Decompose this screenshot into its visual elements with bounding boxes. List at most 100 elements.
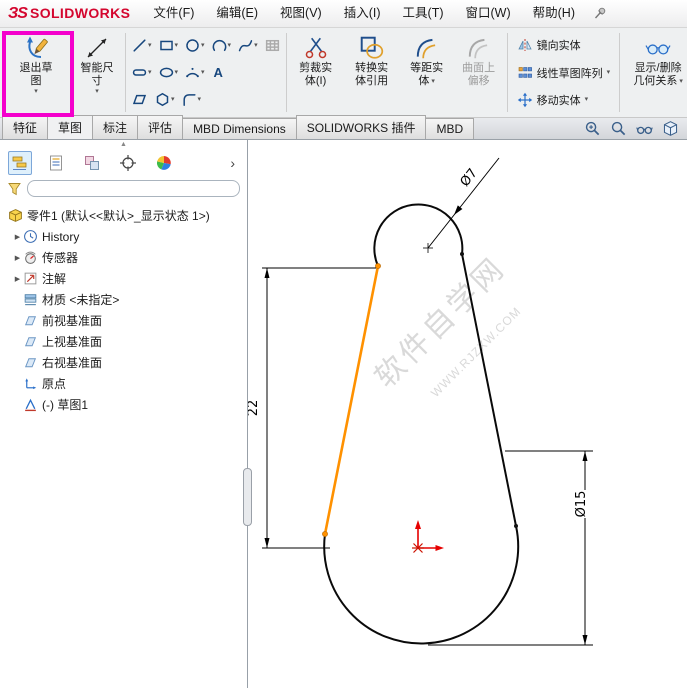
offset-entities-button[interactable]: 等距实 体 ▾ bbox=[401, 30, 453, 115]
menu-tools[interactable]: 工具(T) bbox=[392, 0, 455, 27]
trim-entities-label: 体(I) bbox=[304, 75, 327, 87]
menu-file[interactable]: 文件(F) bbox=[142, 0, 205, 27]
sketch-3point-arc-button[interactable]: ▾ bbox=[181, 62, 208, 83]
sketch-point[interactable] bbox=[460, 252, 464, 256]
dimension-diameter-15[interactable]: Ø15 bbox=[428, 450, 593, 646]
sketch-parallelogram-button[interactable] bbox=[128, 89, 151, 110]
tab-markup[interactable]: 标注 bbox=[92, 115, 139, 139]
slot-icon bbox=[132, 69, 147, 76]
dropdown-arrow-icon[interactable]: ▾ bbox=[175, 42, 179, 50]
dropdown-arrow-icon[interactable]: ▾ bbox=[431, 78, 435, 86]
menu-insert[interactable]: 插入(I) bbox=[333, 0, 392, 27]
tree-filter-bar bbox=[0, 176, 247, 200]
origin-marker[interactable] bbox=[412, 520, 444, 553]
cube-icon[interactable] bbox=[662, 120, 679, 137]
toolbar-separator bbox=[285, 33, 287, 112]
tree-root-label: 零件1 (默认<<默认>_显示状态 1>) bbox=[27, 209, 210, 223]
dimxpert-manager-tab[interactable] bbox=[116, 151, 140, 175]
selected-sketch-line[interactable] bbox=[322, 263, 381, 537]
dropdown-arrow-icon[interactable]: ▾ bbox=[228, 42, 232, 50]
dropdown-arrow-icon[interactable]: ▾ bbox=[148, 69, 152, 77]
sketch-arc-button[interactable]: ▾ bbox=[208, 35, 235, 56]
sketch-circle-button[interactable]: ▾ bbox=[181, 35, 208, 56]
menu-edit[interactable]: 编辑(E) bbox=[205, 0, 269, 27]
tab-mbd-dimensions[interactable]: MBD Dimensions bbox=[182, 118, 297, 139]
expand-arrow-icon[interactable]: ▶ bbox=[12, 233, 23, 241]
sketch-icon bbox=[25, 398, 36, 412]
menu-view[interactable]: 视图(V) bbox=[269, 0, 333, 27]
move-entities-button[interactable]: 移动实体 ▾ bbox=[512, 90, 616, 110]
sketch-picture-icon bbox=[265, 39, 279, 52]
sketch-ellipse-button[interactable]: ▾ bbox=[155, 62, 182, 83]
exit-sketch-button[interactable]: 退出草 图 ▾ bbox=[1, 30, 71, 115]
tree-item-front-plane[interactable]: 前视基准面 bbox=[2, 310, 247, 331]
dropdown-arrow-icon[interactable]: ▾ bbox=[171, 96, 175, 104]
dropdown-arrow-icon[interactable]: ▾ bbox=[679, 78, 683, 86]
dropdown-arrow-icon[interactable]: ▾ bbox=[95, 88, 99, 96]
tab-evaluate[interactable]: 评估 bbox=[137, 115, 184, 139]
feature-manager-tab[interactable] bbox=[8, 151, 32, 175]
sketch-viewport[interactable]: 软件自学网 WWW.RJZXW.COM 22 Ø15 Ø7 bbox=[248, 140, 687, 688]
tab-sketch[interactable]: 草图 bbox=[47, 115, 94, 139]
tree-item-sensors[interactable]: ▶ 传感器 bbox=[2, 247, 247, 268]
dropdown-arrow-icon[interactable]: ▾ bbox=[148, 42, 152, 50]
menu-help[interactable]: 帮助(H) bbox=[522, 0, 586, 27]
convert-entities-button[interactable]: 转换实 体引用 bbox=[343, 30, 401, 115]
mirror-entities-button[interactable]: 镜向实体 bbox=[512, 35, 616, 55]
tree-item-annotations[interactable]: ▶ 注解 bbox=[2, 268, 247, 289]
smart-dimension-button[interactable]: 智能尺 寸 ▾ bbox=[71, 30, 123, 115]
dropdown-arrow-icon[interactable]: ▾ bbox=[201, 69, 205, 77]
dropdown-arrow-icon[interactable]: ▾ bbox=[254, 42, 258, 50]
tab-solidworks-addins[interactable]: SOLIDWORKS 插件 bbox=[295, 115, 427, 139]
graphics-area[interactable]: 软件自学网 WWW.RJZXW.COM 22 Ø15 Ø7 bbox=[248, 140, 687, 688]
expand-arrow-icon[interactable]: ▶ bbox=[12, 275, 23, 283]
sketch-text-button[interactable]: A bbox=[208, 63, 229, 82]
configuration-manager-tab[interactable] bbox=[80, 151, 104, 175]
dropdown-arrow-icon[interactable]: ▾ bbox=[201, 42, 205, 50]
sketch-polygon-button[interactable]: ▾ bbox=[151, 89, 178, 110]
offset-entities-label: 等距实 bbox=[410, 62, 444, 74]
tree-item-material[interactable]: 材质 <未指定> bbox=[2, 289, 247, 310]
tab-features[interactable]: 特征 bbox=[2, 115, 49, 139]
tree-item-history[interactable]: ▶ History bbox=[2, 226, 247, 247]
sketch-fillet-button[interactable]: ▾ bbox=[178, 89, 205, 110]
display-delete-relations-button[interactable]: 显示/删除 几何关系 ▾ bbox=[622, 30, 687, 115]
panel-splitter-handle[interactable] bbox=[243, 468, 252, 526]
tree-filter-input[interactable] bbox=[27, 180, 240, 197]
dimension-length-22[interactable]: 22 bbox=[248, 267, 376, 549]
dropdown-arrow-icon[interactable]: ▾ bbox=[34, 88, 38, 96]
feature-tree: 零件1 (默认<<默认>_显示状态 1>) ▶ History ▶ 传感器 ▶ bbox=[0, 200, 247, 415]
tree-item-top-plane[interactable]: 上视基准面 bbox=[2, 331, 247, 352]
property-manager-tab[interactable] bbox=[44, 151, 68, 175]
trim-entities-button[interactable]: 剪裁实 体(I) bbox=[289, 30, 343, 115]
display-manager-tab[interactable] bbox=[152, 151, 176, 175]
dropdown-arrow-icon[interactable]: ▾ bbox=[607, 69, 611, 77]
glasses-icon[interactable] bbox=[636, 120, 653, 137]
magnifier-icon[interactable] bbox=[610, 120, 627, 137]
panel-expand-chevron-icon[interactable]: › bbox=[226, 153, 239, 173]
sketch-point[interactable] bbox=[514, 524, 518, 528]
tree-item-origin[interactable]: 原点 bbox=[2, 373, 247, 394]
magnifier-plus-icon[interactable] bbox=[584, 120, 601, 137]
tree-root-part[interactable]: 零件1 (默认<<默认>_显示状态 1>) bbox=[2, 205, 247, 226]
configuration-manager-icon bbox=[85, 156, 99, 170]
sketch-slot-button[interactable]: ▾ bbox=[128, 62, 155, 83]
panel-collapse-arrow[interactable]: ▲ bbox=[0, 140, 247, 150]
linear-sketch-pattern-button[interactable]: 线性草图阵列 ▾ bbox=[512, 63, 616, 83]
pin-menu-icon[interactable] bbox=[592, 6, 607, 21]
filter-funnel-icon[interactable] bbox=[7, 181, 22, 196]
circle-icon bbox=[186, 39, 199, 52]
dropdown-arrow-icon[interactable]: ▾ bbox=[198, 96, 202, 104]
tab-mbd[interactable]: MBD bbox=[425, 118, 475, 139]
menu-window[interactable]: 窗口(W) bbox=[455, 0, 522, 27]
tree-item-right-plane[interactable]: 右视基准面 bbox=[2, 352, 247, 373]
dropdown-arrow-icon[interactable]: ▾ bbox=[175, 69, 179, 77]
dimension-diameter-7[interactable]: Ø7 bbox=[427, 157, 500, 249]
dropdown-arrow-icon[interactable]: ▾ bbox=[585, 96, 589, 104]
tree-item-sketch1[interactable]: (-) 草图1 bbox=[2, 394, 247, 415]
expand-arrow-icon[interactable]: ▶ bbox=[12, 254, 23, 262]
convert-entities-icon bbox=[360, 36, 383, 59]
sketch-line-button[interactable]: ▾ bbox=[128, 35, 155, 56]
sketch-spline-button[interactable]: ▾ bbox=[234, 35, 261, 56]
sketch-rectangle-button[interactable]: ▾ bbox=[155, 35, 182, 56]
